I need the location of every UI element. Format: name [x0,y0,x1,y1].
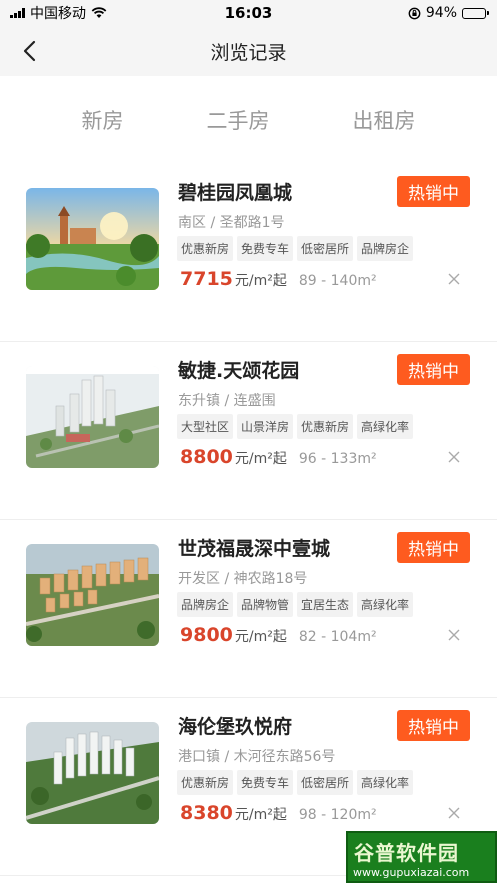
history-list: 碧桂园凤凰城 热销中 南区 / 圣都路1号 优惠新房 免费专车 低密居所 品牌房… [0,164,497,876]
back-button[interactable] [12,34,46,68]
nav-bar: 浏览记录 [0,26,497,76]
list-item[interactable]: 敏捷.天颂花园 热销中 东升镇 / 连盛围 大型社区 山景洋房 优惠新房 高绿化… [0,342,497,520]
price-row: 8800 元/m²起 96 - 133m² [180,446,377,468]
property-photo [26,544,159,646]
feature-tag: 品牌房企 [357,236,414,261]
property-name: 海伦堡玖悦府 [178,716,293,738]
status-badge: 热销中 [397,532,470,563]
price-unit: 元/m²起 [234,273,287,289]
battery-icon [462,7,489,19]
watermark-url: www.gupuxiazai.com [353,866,470,879]
watermark-logo: 谷普软件园 www.gupuxiazai.com [346,831,497,883]
close-icon [448,629,460,641]
remove-button[interactable] [443,802,465,824]
watermark-title: 谷普软件园 [354,841,459,865]
price-value: 8380 [180,802,233,824]
tab-bar: 新房 二手房 出租房 [0,76,497,164]
property-photo [26,366,159,468]
feature-tag: 高绿化率 [357,414,414,439]
feature-tag: 大型社区 [177,414,234,439]
close-icon [448,807,460,819]
feature-tag: 低密居所 [297,770,354,795]
status-badge: 热销中 [397,710,470,741]
price-unit: 元/m²起 [234,451,287,467]
close-icon [448,451,460,463]
property-address: 南区 / 圣都路1号 [178,215,285,231]
cell-signal-icon [10,8,25,18]
property-address: 东升镇 / 连盛围 [178,393,276,409]
feature-tag: 免费专车 [237,236,294,261]
price-row: 8380 元/m²起 98 - 120m² [180,802,377,824]
list-item[interactable]: 碧桂园凤凰城 热销中 南区 / 圣都路1号 优惠新房 免费专车 低密居所 品牌房… [0,164,497,342]
price-unit: 元/m²起 [234,807,287,823]
property-address: 开发区 / 神农路18号 [178,571,308,587]
orientation-lock-icon [408,7,421,19]
property-photo [26,188,159,290]
price-value: 7715 [180,268,233,290]
tab-rental[interactable]: 出租房 [347,97,422,143]
status-bar: 中国移动 16:03 94% [0,0,497,26]
feature-tag: 低密居所 [297,236,354,261]
page-title: 浏览记录 [210,41,287,64]
remove-button[interactable] [443,624,465,646]
feature-tag: 免费专车 [237,770,294,795]
feature-tag: 品牌房企 [177,592,234,617]
tag-list: 大型社区 山景洋房 优惠新房 高绿化率 [177,414,414,439]
feature-tag: 山景洋房 [237,414,294,439]
price-value: 8800 [180,446,233,468]
property-name: 碧桂园凤凰城 [178,182,293,204]
tag-list: 优惠新房 免费专车 低密居所 品牌房企 [177,236,414,261]
status-right: 94% [408,5,489,21]
list-item[interactable]: 世茂福晟深中壹城 热销中 开发区 / 神农路18号 品牌房企 品牌物管 宜居生态… [0,520,497,698]
status-badge: 热销中 [397,176,470,207]
price-row: 9800 元/m²起 82 - 104m² [180,624,377,646]
close-icon [448,273,460,285]
feature-tag: 优惠新房 [177,236,234,261]
tab-second-hand[interactable]: 二手房 [201,97,276,143]
tag-list: 优惠新房 免费专车 低密居所 高绿化率 [177,770,414,795]
area-range: 96 - 133m² [298,451,377,467]
tab-new-house[interactable]: 新房 [76,97,130,143]
property-address: 港口镇 / 木河径东路56号 [178,749,336,765]
feature-tag: 宜居生态 [297,592,354,617]
property-name: 世茂福晟深中壹城 [178,538,331,560]
status-badge: 热销中 [397,354,470,385]
feature-tag: 高绿化率 [357,770,414,795]
price-unit: 元/m²起 [234,629,287,645]
remove-button[interactable] [443,446,465,468]
price-value: 9800 [180,624,233,646]
area-range: 82 - 104m² [298,629,377,645]
wifi-icon [91,7,107,18]
area-range: 98 - 120m² [298,807,377,823]
chevron-left-icon [23,40,36,62]
tag-list: 品牌房企 品牌物管 宜居生态 高绿化率 [177,592,414,617]
battery-percent: 94% [425,5,457,21]
status-left: 中国移动 [10,3,107,23]
carrier-label: 中国移动 [30,6,86,22]
property-name: 敏捷.天颂花园 [178,360,300,382]
price-row: 7715 元/m²起 89 - 140m² [180,268,377,290]
area-range: 89 - 140m² [298,273,377,289]
property-photo [26,722,159,824]
feature-tag: 优惠新房 [297,414,354,439]
feature-tag: 优惠新房 [177,770,234,795]
remove-button[interactable] [443,268,465,290]
feature-tag: 高绿化率 [357,592,414,617]
feature-tag: 品牌物管 [237,592,294,617]
